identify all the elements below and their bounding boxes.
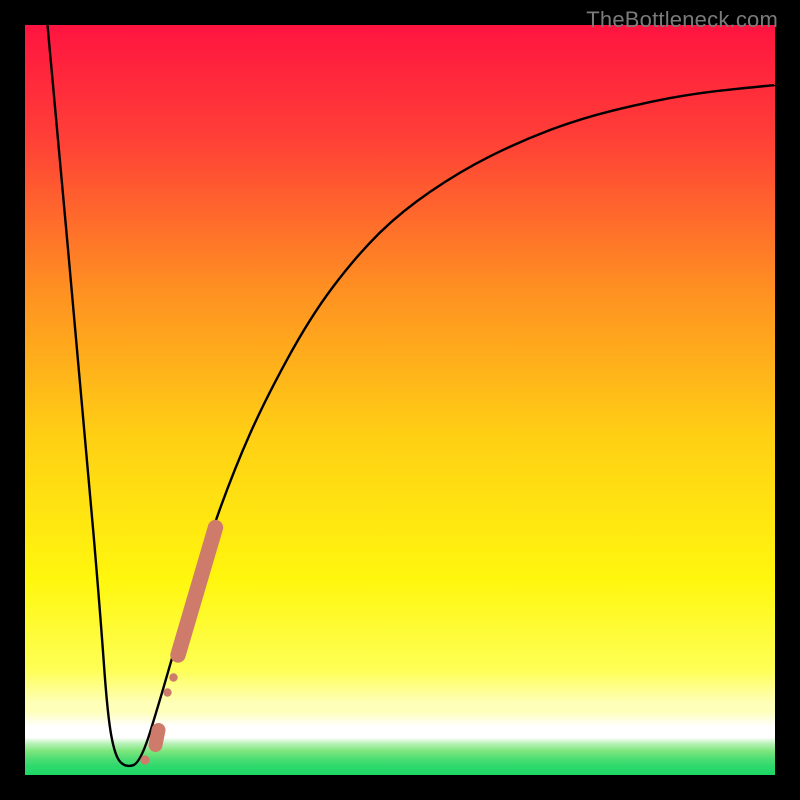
watermark-text: TheBottleneck.com [586, 7, 778, 33]
chart-root: TheBottleneck.com [0, 0, 800, 800]
data-marker-segment [178, 528, 216, 656]
data-markers [140, 528, 215, 765]
plot-area [25, 25, 775, 775]
data-marker-point [169, 673, 177, 681]
data-marker-point [163, 688, 171, 696]
data-marker-point [140, 755, 149, 764]
curve-line [48, 25, 776, 766]
bottleneck-curve [25, 25, 775, 775]
data-marker-segment [156, 730, 159, 745]
